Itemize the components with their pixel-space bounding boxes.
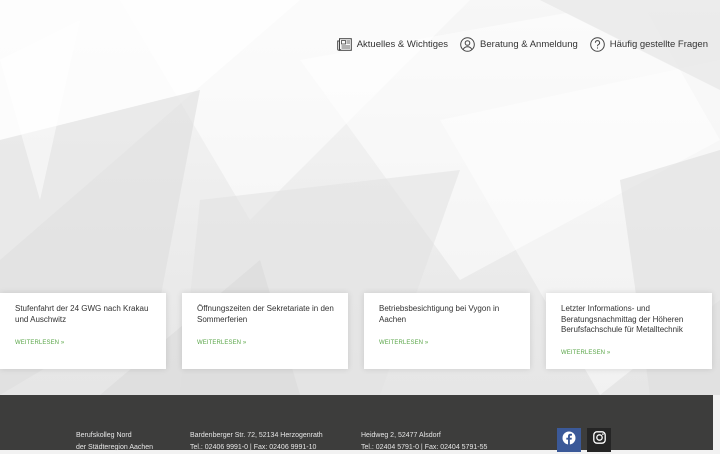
read-more-link[interactable]: WEITERLESEN » <box>379 340 428 346</box>
footer-line: Berufskolleg Nord <box>76 432 132 439</box>
page-edge <box>713 395 720 450</box>
footer-line: der Städteregion Aachen <box>76 444 154 451</box>
news-card[interactable]: Betriebsbesichtigung bei Vygon in Aachen… <box>364 293 530 369</box>
footer-school-name: Berufskolleg Nord der Städteregion Aache… <box>76 430 153 454</box>
footer-line: Heidweg 2, 52477 Alsdorf <box>361 432 441 439</box>
footer-line: Tel.: 02404 5791-0 | Fax: 02404 5791-55 <box>361 444 488 451</box>
news-card-title: Stufenfahrt der 24 GWG nach Krakau und A… <box>15 304 149 324</box>
footer-address-herzogenrath: Bardenberger Str. 72, 52134 Herzogenrath… <box>190 430 323 454</box>
news-card-title: Betriebsbesichtigung bei Vygon in Aachen <box>379 304 500 324</box>
instagram-button[interactable] <box>587 428 611 452</box>
nav-item-beratung[interactable]: Beratung & Anmeldung <box>460 36 578 52</box>
news-card[interactable]: Stufenfahrt der 24 GWG nach Krakau und A… <box>0 293 166 369</box>
read-more-link[interactable]: WEITERLESEN » <box>561 350 610 356</box>
nav-item-label: Aktuelles & Wichtiges <box>356 38 449 50</box>
footer-address-alsdorf: Heidweg 2, 52477 Alsdorf Tel.: 02404 579… <box>361 430 487 454</box>
facebook-button[interactable] <box>557 428 581 452</box>
newspaper-icon <box>336 37 352 51</box>
news-cards: Stufenfahrt der 24 GWG nach Krakau und A… <box>0 293 720 369</box>
news-card-title: Öffnungszeiten der Sekretariate in den S… <box>197 304 334 324</box>
top-navigation: Aktuelles & Wichtiges Beratung & Anmeldu… <box>336 36 708 52</box>
news-card-title: Letzter Informations- und Beratungsnachm… <box>561 304 684 334</box>
nav-item-label: Beratung & Anmeldung <box>480 38 578 50</box>
question-circle-icon <box>589 36 605 52</box>
nav-item-aktuelles[interactable]: Aktuelles & Wichtiges <box>336 37 449 51</box>
facebook-icon <box>562 431 576 450</box>
news-card[interactable]: Öffnungszeiten der Sekretariate in den S… <box>182 293 348 369</box>
footer-line: Bardenberger Str. 72, 52134 Herzogenrath <box>190 432 323 439</box>
instagram-icon <box>592 431 606 449</box>
user-circle-icon <box>460 36 475 52</box>
nav-item-label: Häufig gestellte Fragen <box>609 38 708 50</box>
news-card[interactable]: Letzter Informations- und Beratungsnachm… <box>546 293 712 369</box>
read-more-link[interactable]: WEITERLESEN » <box>197 340 246 346</box>
footer-line: Tel.: 02406 9991-0 | Fax: 02406 9991-10 <box>190 444 317 451</box>
nav-item-faq[interactable]: Häufig gestellte Fragen <box>589 36 708 52</box>
read-more-link[interactable]: WEITERLESEN » <box>15 340 64 346</box>
